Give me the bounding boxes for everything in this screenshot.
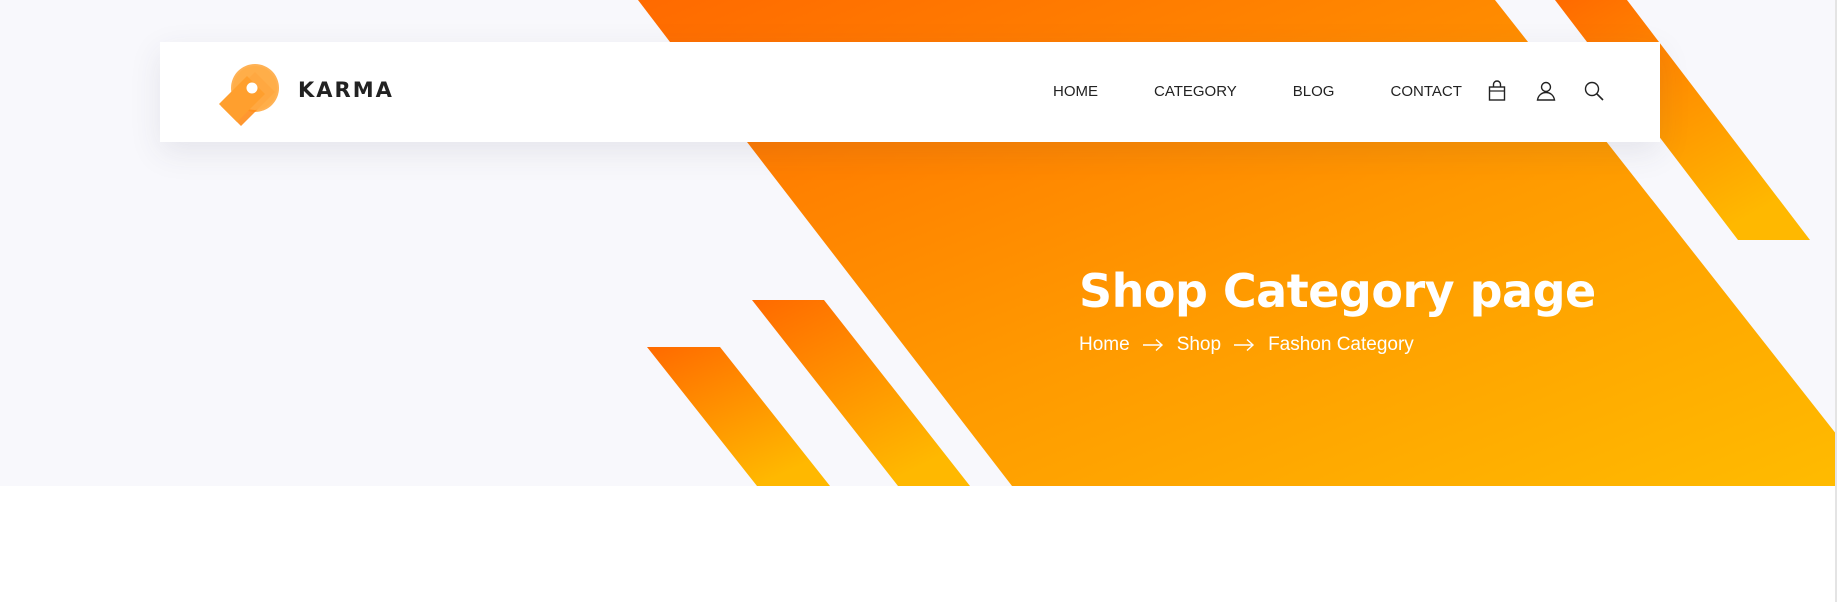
user-icon[interactable]	[1535, 80, 1557, 102]
shopping-bag-icon[interactable]	[1486, 80, 1508, 102]
arrow-right-icon	[1234, 338, 1255, 352]
brand-logo-icon[interactable]	[213, 58, 283, 128]
brand-name[interactable]: KARMA	[298, 78, 394, 102]
search-icon[interactable]	[1583, 80, 1605, 102]
nav-home[interactable]: HOME	[1053, 83, 1098, 100]
nav-contact[interactable]: CONTACT	[1390, 83, 1461, 100]
stripe-left	[647, 347, 830, 486]
breadcrumb-shop[interactable]: Shop	[1177, 334, 1221, 356]
page-title: Shop Category page	[1079, 264, 1596, 318]
top-navbar: KARMA HOME CATEGORY BLOG CONTACT	[160, 42, 1660, 142]
breadcrumb-current[interactable]: Fashon Category	[1268, 334, 1414, 356]
breadcrumb: Home Shop Fashon Category	[1079, 334, 1414, 356]
nav-blog[interactable]: BLOG	[1293, 83, 1335, 100]
main-menu: HOME CATEGORY BLOG CONTACT	[1053, 83, 1462, 100]
nav-category[interactable]: CATEGORY	[1154, 83, 1237, 100]
arrow-right-icon	[1142, 338, 1163, 352]
breadcrumb-home[interactable]: Home	[1079, 334, 1130, 356]
